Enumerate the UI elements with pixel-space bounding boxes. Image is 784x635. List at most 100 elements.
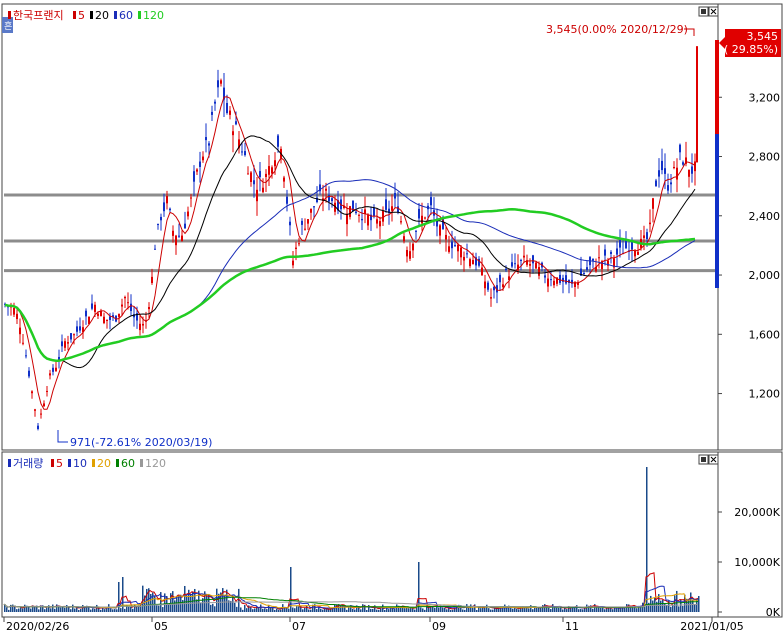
candle-body <box>676 167 678 180</box>
candle-body <box>97 313 99 316</box>
candle-body <box>160 216 162 221</box>
volume-bar <box>348 607 350 612</box>
volume-bar <box>490 609 492 612</box>
candle-body <box>202 156 204 161</box>
candle-body <box>73 334 75 336</box>
volume-bar <box>52 604 54 612</box>
volume-bar <box>378 609 380 612</box>
volume-bar <box>598 607 600 612</box>
volume-bar <box>464 609 466 612</box>
volume-bar <box>346 609 348 612</box>
candle-body <box>313 206 315 208</box>
volume-tick-label: 20,000K <box>734 506 780 519</box>
candle-body <box>616 248 618 255</box>
candle-body <box>211 111 213 115</box>
volume-bar <box>272 607 274 612</box>
candle-body <box>142 323 144 326</box>
candle-body <box>364 209 366 214</box>
legend-swatch <box>8 11 11 19</box>
volume-bar <box>636 608 638 612</box>
volume-bar <box>246 608 248 612</box>
volume-bar <box>120 608 122 612</box>
volume-bar <box>556 607 558 612</box>
volume-bar <box>384 609 386 612</box>
volume-bar <box>104 609 106 612</box>
candle-body <box>505 268 507 270</box>
candle-body <box>379 221 381 227</box>
volume-bar <box>354 609 356 612</box>
volume-bar <box>168 604 170 612</box>
volume-bar <box>276 608 278 612</box>
volume-bar <box>310 609 312 612</box>
candle-body <box>448 246 450 252</box>
volume-bar <box>18 608 20 612</box>
volume-panel-controls[interactable] <box>698 454 719 465</box>
volume-bar <box>662 599 664 612</box>
candle-body <box>298 243 300 245</box>
volume-bar <box>238 588 240 612</box>
candle-body <box>523 255 525 258</box>
volume-bar <box>564 607 566 612</box>
volume-bar <box>240 607 242 612</box>
volume-bar <box>682 605 684 612</box>
volume-bar <box>46 607 48 612</box>
candle-body <box>121 304 123 307</box>
volume-bar <box>162 607 164 612</box>
x-tick-label: 2020/02/26 <box>6 620 69 633</box>
volume-axis-frame <box>717 451 783 618</box>
volume-bar <box>602 607 604 612</box>
candle-body <box>199 161 201 167</box>
candle-body <box>259 171 261 178</box>
candle-body <box>13 307 15 315</box>
candle-body <box>25 355 27 357</box>
candle-body <box>637 251 639 255</box>
volume-bar <box>578 609 580 612</box>
price-panel-controls[interactable] <box>698 6 719 17</box>
volume-bar <box>78 609 80 612</box>
candle-body <box>373 207 375 216</box>
volume-bar <box>320 608 322 612</box>
volume-bar <box>230 600 232 612</box>
legend-label: 5 <box>56 457 63 470</box>
volume-bar <box>396 604 398 612</box>
volume-bar <box>582 609 584 612</box>
candle-body <box>538 267 540 276</box>
candle-body <box>103 316 105 324</box>
volume-bar <box>666 605 668 612</box>
candle-body <box>187 211 189 217</box>
candle-body <box>682 162 684 165</box>
price-axis-frame <box>717 3 783 451</box>
candle-body <box>406 249 408 257</box>
x-tick-label: 05 <box>154 620 168 633</box>
volume-bar <box>60 607 62 612</box>
high-annotation: 3,545(0.00% 2020/12/29) <box>546 23 688 36</box>
current-change-label: ( 29.85%) <box>724 43 778 56</box>
volume-bar <box>304 607 306 612</box>
candle-body <box>34 409 36 411</box>
volume-bar <box>316 609 318 612</box>
candle-body <box>124 296 126 299</box>
candle-body <box>397 206 399 213</box>
candle-body <box>127 302 129 304</box>
candle-body <box>535 262 537 269</box>
volume-bar <box>172 591 174 612</box>
candle-body <box>244 151 246 156</box>
volume-bar <box>400 607 402 612</box>
volume-bar <box>262 608 264 612</box>
candle-body <box>232 131 234 136</box>
legend-swatch <box>68 459 71 467</box>
candle-body <box>520 259 522 261</box>
volume-bar <box>322 609 324 612</box>
volume-bar <box>604 609 606 612</box>
volume-bar <box>132 608 134 612</box>
candle-body <box>55 367 57 371</box>
candle-body <box>559 274 561 283</box>
candle-body <box>493 287 495 291</box>
price-tick-label: 2,800 <box>749 151 781 164</box>
volume-bar <box>50 608 52 612</box>
candle-body <box>301 220 303 225</box>
candle-body <box>28 370 30 377</box>
volume-bar <box>22 608 24 612</box>
volume-bar <box>24 604 26 612</box>
candle-body <box>169 208 171 211</box>
